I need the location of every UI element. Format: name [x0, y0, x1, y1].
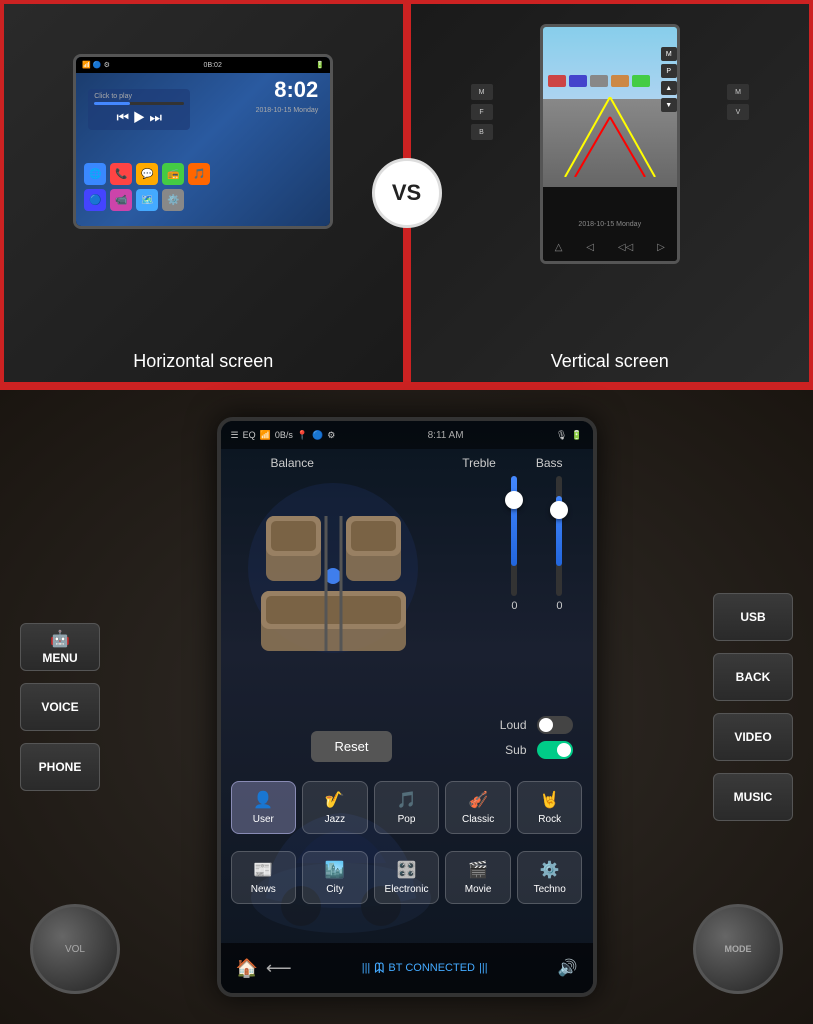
treble-slider[interactable]: 0 — [511, 476, 517, 612]
genre-news-label: News — [251, 884, 276, 895]
genre-electronic-label: Electronic — [385, 884, 429, 895]
techno-icon: ⚙️ — [540, 860, 560, 880]
genre-techno-label: Techno — [534, 884, 566, 895]
user-icon: 👤 — [253, 790, 273, 810]
rock-icon: 🤘 — [540, 790, 560, 810]
loud-toggle-row: Loud — [500, 716, 573, 734]
vertical-panel: 2018-10-15 Monday M P ▲ ▼ △ ◁ ◁◁ ▷ — [407, 0, 813, 386]
status-time: 8:11 AM — [428, 430, 464, 441]
status-left: ☰ EQ 📶 0B/s 📍 🔵 ⚙ — [231, 430, 336, 441]
video-button[interactable]: VIDEO — [713, 713, 793, 761]
right-controls: USB BACK VIDEO MUSIC — [713, 593, 793, 821]
bluetooth-icon: 🔵 — [312, 430, 323, 441]
bass-label: Bass — [536, 456, 563, 470]
genre-news[interactable]: 📰 News — [231, 851, 297, 904]
usb-button[interactable]: USB — [713, 593, 793, 641]
loud-toggle[interactable] — [537, 716, 573, 734]
horizontal-label: Horizontal screen — [4, 351, 403, 372]
city-icon: 🏙️ — [325, 860, 345, 880]
news-icon: 📰 — [253, 860, 273, 880]
bt-wave-right: ||| — [479, 962, 488, 974]
genre-electronic[interactable]: 🎛️ Electronic — [374, 851, 440, 904]
left-controls: 🤖 MENU VOICE PHONE — [20, 623, 100, 791]
genre-jazz-label: Jazz — [325, 814, 346, 825]
genre-jazz[interactable]: 🎷 Jazz — [302, 781, 368, 834]
home-icon[interactable]: 🏠 — [236, 958, 258, 979]
treble-label: Treble — [462, 456, 496, 470]
balance-label: Balance — [271, 456, 314, 470]
android-icon: 🤖 — [50, 629, 70, 649]
reset-button[interactable]: Reset — [311, 731, 393, 762]
sub-label: Sub — [505, 743, 526, 757]
status-bar: ☰ EQ 📶 0B/s 📍 🔵 ⚙ 8:11 AM 🎙 🔋 — [221, 421, 593, 449]
genre-rock[interactable]: 🤘 Rock — [517, 781, 583, 834]
dashboard-section: 🤖 MENU VOICE PHONE USB BACK VIDEO MUSIC … — [0, 390, 813, 1024]
volume-knob[interactable]: VOL — [30, 904, 120, 994]
genre-rock-label: Rock — [538, 814, 561, 825]
tablet-bottom-bar: 🏠 ⟵ ||| ᗼ BT CONNECTED ||| 🔊 — [221, 943, 593, 993]
settings-icon: ⚙ — [327, 430, 335, 441]
genre-pop-label: Pop — [398, 814, 416, 825]
genre-movie[interactable]: 🎬 Movie — [445, 851, 511, 904]
menu-icon: ☰ — [231, 430, 239, 441]
bt-status: ||| ᗼ BT CONNECTED ||| — [362, 960, 488, 977]
classic-icon: 🎻 — [468, 790, 488, 810]
genre-techno[interactable]: ⚙️ Techno — [517, 851, 583, 904]
vertical-screen-sim: 2018-10-15 Monday M P ▲ ▼ △ ◁ ◁◁ ▷ — [540, 24, 680, 264]
horizontal-panel: 📶 🔵 ⚙ 0B:02 🔋 Click to play ⏮ ▶ ⏭ 8:02 2… — [0, 0, 407, 386]
phone-button[interactable]: PHONE — [20, 743, 100, 791]
treble-value: 0 — [511, 600, 517, 612]
bt-connected-label: BT CONNECTED — [388, 962, 475, 974]
mic-icon: 🎙 — [556, 430, 567, 441]
movie-icon: 🎬 — [468, 860, 488, 880]
bt-wave-left: ||| — [362, 962, 371, 974]
back-nav-icon: ⟵ — [266, 958, 292, 979]
sub-toggle-row: Sub — [505, 741, 572, 759]
volume-control[interactable]: 🔊 — [558, 958, 578, 978]
eq-label: EQ — [243, 430, 256, 440]
jazz-icon: 🎷 — [325, 790, 345, 810]
genre-pop[interactable]: 🎵 Pop — [374, 781, 440, 834]
horizontal-screen-sim: 📶 🔵 ⚙ 0B:02 🔋 Click to play ⏮ ▶ ⏭ 8:02 2… — [73, 54, 333, 229]
main-tablet: ☰ EQ 📶 0B/s 📍 🔵 ⚙ 8:11 AM 🎙 🔋 — [217, 417, 597, 997]
pop-icon: 🎵 — [397, 790, 417, 810]
mode-knob[interactable]: MODE — [693, 904, 783, 994]
genre-classic[interactable]: 🎻 Classic — [445, 781, 511, 834]
status-right: 🎙 🔋 — [556, 430, 583, 441]
genre-user-label: User — [253, 814, 274, 825]
voice-button[interactable]: VOICE — [20, 683, 100, 731]
bass-value: 0 — [556, 600, 562, 612]
vertical-label: Vertical screen — [411, 351, 810, 372]
genre-grid-row2: 📰 News 🏙️ City 🎛️ Electronic 🎬 Movie ⚙️ — [231, 851, 583, 904]
loud-label: Loud — [500, 718, 527, 732]
battery-icon: 🔋 — [571, 430, 582, 441]
location-icon: 📍 — [297, 430, 308, 441]
seat-visual — [241, 476, 426, 661]
bass-slider[interactable]: 0 — [556, 476, 562, 612]
wifi-icon: 📶 — [260, 430, 271, 441]
tablet-screen: ☰ EQ 📶 0B/s 📍 🔵 ⚙ 8:11 AM 🎙 🔋 — [221, 421, 593, 993]
comparison-section: 📶 🔵 ⚙ 0B:02 🔋 Click to play ⏮ ▶ ⏭ 8:02 2… — [0, 0, 813, 390]
music-button[interactable]: MUSIC — [713, 773, 793, 821]
electronic-icon: 🎛️ — [397, 860, 417, 880]
vs-badge: VS — [372, 158, 442, 228]
genre-user[interactable]: 👤 User — [231, 781, 297, 834]
back-button[interactable]: BACK — [713, 653, 793, 701]
genre-grid-row1: 👤 User 🎷 Jazz 🎵 Pop 🎻 Classic 🤘 R — [231, 781, 583, 834]
genre-classic-label: Classic — [462, 814, 494, 825]
data-speed: 0B/s — [275, 430, 293, 440]
sliders-labels: Treble Bass — [462, 456, 562, 470]
menu-button[interactable]: 🤖 MENU — [20, 623, 100, 671]
nav-icons: 🏠 ⟵ — [236, 958, 292, 979]
genre-city[interactable]: 🏙️ City — [302, 851, 368, 904]
genre-movie-label: Movie — [465, 884, 492, 895]
sub-toggle[interactable] — [537, 741, 573, 759]
bluetooth-bt-icon: ᗼ — [374, 960, 384, 977]
genre-city-label: City — [326, 884, 343, 895]
